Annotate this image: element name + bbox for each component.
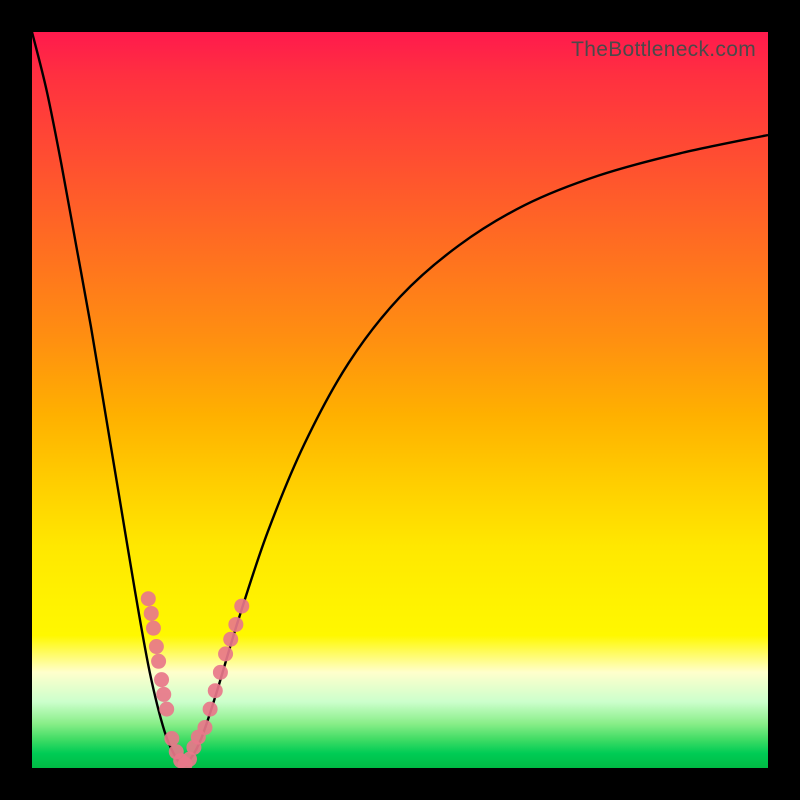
- data-point-marker: [218, 646, 233, 661]
- data-point-marker: [146, 621, 161, 636]
- data-point-marker: [141, 591, 156, 606]
- data-point-marker: [203, 702, 218, 717]
- data-point-marker: [156, 687, 171, 702]
- marker-cluster-right: [197, 599, 249, 735]
- chart-container: TheBottleneck.com: [0, 0, 800, 800]
- data-point-marker: [191, 730, 206, 745]
- data-point-marker: [151, 654, 166, 669]
- data-point-marker: [154, 672, 169, 687]
- data-point-marker: [234, 599, 249, 614]
- data-point-marker: [213, 665, 228, 680]
- bottleneck-curve: [32, 32, 768, 764]
- data-point-marker: [149, 639, 164, 654]
- data-point-marker: [228, 617, 243, 632]
- watermark-text: TheBottleneck.com: [571, 38, 756, 62]
- data-point-marker: [208, 683, 223, 698]
- curve-svg: [32, 32, 768, 768]
- data-point-marker: [144, 606, 159, 621]
- data-point-marker: [223, 632, 238, 647]
- plot-area: TheBottleneck.com: [32, 32, 768, 768]
- data-point-marker: [164, 731, 179, 746]
- data-point-marker: [159, 702, 174, 717]
- marker-cluster-bottom: [164, 730, 205, 768]
